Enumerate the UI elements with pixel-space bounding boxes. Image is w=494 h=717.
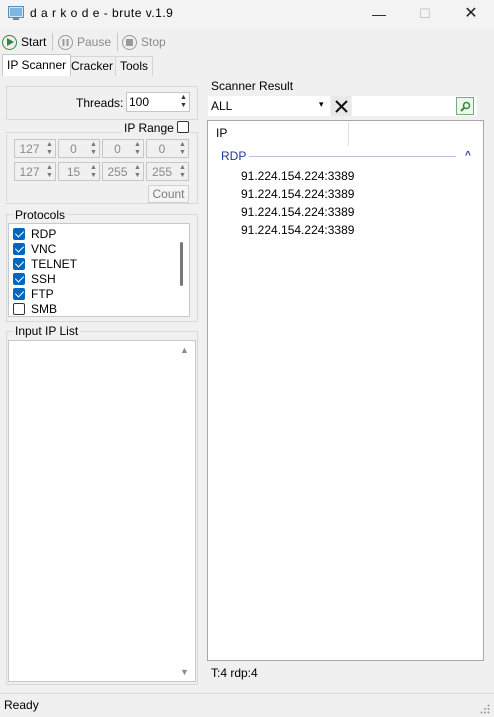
checkbox-checked-icon[interactable] — [13, 242, 25, 255]
ip-start-octet-3[interactable]: 0 ▲ ▼ — [102, 139, 144, 158]
pause-label: Pause — [77, 35, 112, 49]
ip-end-octet-4[interactable]: 255 ▲ ▼ — [146, 162, 189, 181]
app-icon — [8, 6, 24, 20]
tab-ip-scanner[interactable]: IP Scanner — [2, 54, 72, 76]
threads-label: Threads: — [76, 96, 124, 110]
dropdown-arrow-icon: ▾ — [319, 99, 324, 109]
protocol-item-telnet[interactable]: TELNET — [13, 256, 77, 271]
stop-icon — [122, 34, 137, 50]
stop-label: Stop — [141, 35, 166, 49]
checkbox-checked-icon[interactable] — [13, 272, 25, 285]
filter-dropdown[interactable]: ALL ▾ — [208, 96, 330, 116]
result-row[interactable]: 91.224.154.224:3389 — [241, 187, 354, 201]
spinner-arrows-icon: ▲ ▼ — [179, 140, 186, 156]
window-title: d a r k o d e - brute v.1.9 — [30, 6, 174, 20]
status-bar — [0, 693, 494, 716]
ip-range-label: IP Range — [122, 121, 176, 135]
close-button[interactable]: ✕ — [448, 0, 494, 28]
ip-range-checkbox[interactable] — [177, 121, 189, 133]
scroll-up-icon[interactable]: ▲ — [180, 345, 189, 355]
spinner-arrows-icon: ▲ ▼ — [46, 163, 53, 179]
ip-end-octet-3[interactable]: 255 ▲ ▼ — [102, 162, 144, 181]
search-button[interactable] — [456, 97, 474, 115]
ip-start-octet-4[interactable]: 0 ▲ ▼ — [146, 139, 189, 158]
toolbar-separator — [117, 33, 118, 51]
checkbox-checked-icon[interactable] — [13, 227, 25, 240]
result-row[interactable]: 91.224.154.224:3389 — [241, 205, 354, 219]
group-header-rdp[interactable]: RDP — [221, 149, 246, 163]
ip-end-octet-1[interactable]: 127 ▲ ▼ — [14, 162, 56, 181]
protocol-item-rdp[interactable]: RDP — [13, 226, 56, 241]
checkbox-checked-icon[interactable] — [13, 257, 25, 270]
clear-filter-button[interactable] — [331, 96, 351, 116]
status-text: Ready — [4, 698, 39, 712]
protocol-item-ssh[interactable]: SSH — [13, 271, 56, 286]
minimize-button[interactable]: — — [356, 0, 402, 28]
play-icon — [2, 34, 17, 50]
ip-start-octet-1[interactable]: 127 ▲ ▼ — [14, 139, 56, 158]
search-icon — [459, 101, 470, 112]
pause-icon — [58, 34, 73, 50]
result-row[interactable]: 91.224.154.224:3389 — [241, 223, 354, 237]
protocols-list: RDP VNC TELNET SSH FTP SMB — [8, 223, 190, 317]
spinner-arrows-icon: ▲ ▼ — [134, 140, 141, 156]
result-summary: T:4 rdp:4 — [211, 666, 258, 680]
maximize-button[interactable]: ☐ — [402, 0, 448, 28]
checkbox-checked-icon[interactable] — [13, 287, 25, 300]
toolbar-separator — [52, 33, 53, 51]
input-ip-list-textarea[interactable] — [8, 340, 196, 682]
tab-tools[interactable]: Tools — [115, 56, 154, 76]
protocols-scrollbar-thumb[interactable] — [180, 242, 183, 286]
ip-end-octet-2[interactable]: 15 ▲ ▼ — [58, 162, 100, 181]
input-ip-list-label: Input IP List — [13, 324, 81, 338]
protocols-label: Protocols — [13, 208, 68, 222]
spinner-arrows-icon: ▲ ▼ — [90, 163, 97, 179]
spinner-arrows-icon: ▲ ▼ — [179, 163, 186, 179]
result-row[interactable]: 91.224.154.224:3389 — [241, 169, 354, 183]
pause-button[interactable]: Pause — [58, 32, 111, 52]
group-divider-line — [249, 156, 456, 157]
count-button[interactable]: Count — [148, 185, 189, 203]
start-button[interactable]: Start — [2, 32, 46, 52]
spinner-arrows-icon: ▲ ▼ — [134, 163, 141, 179]
column-header-ip[interactable]: IP — [216, 126, 227, 140]
spinner-arrows-icon: ▲ ▼ — [90, 140, 97, 156]
protocol-item-ftp[interactable]: FTP — [13, 286, 54, 301]
protocol-item-vnc[interactable]: VNC — [13, 241, 56, 256]
results-listview[interactable]: IP RDP ^ 91.224.154.224:3389 91.224.154.… — [207, 120, 484, 661]
column-divider — [348, 122, 349, 146]
protocol-item-smb[interactable]: SMB — [13, 301, 57, 316]
collapse-chevron-icon[interactable]: ^ — [465, 150, 471, 161]
stop-button[interactable]: Stop — [122, 32, 166, 52]
clear-x-icon — [334, 99, 348, 113]
tab-cracker[interactable]: Cracker — [66, 56, 119, 76]
resize-grip-icon[interactable] — [480, 703, 490, 714]
threads-spinner[interactable]: 100 ▲ ▼ — [126, 92, 190, 112]
checkbox-unchecked-icon[interactable] — [13, 302, 25, 315]
scroll-down-icon[interactable]: ▼ — [180, 667, 189, 677]
start-label: Start — [21, 35, 47, 49]
scanner-result-label: Scanner Result — [211, 79, 294, 93]
ip-start-octet-2[interactable]: 0 ▲ ▼ — [58, 139, 100, 158]
spinner-arrows-icon: ▲ ▼ — [46, 140, 53, 156]
spinner-arrows-icon: ▲ ▼ — [180, 94, 187, 109]
